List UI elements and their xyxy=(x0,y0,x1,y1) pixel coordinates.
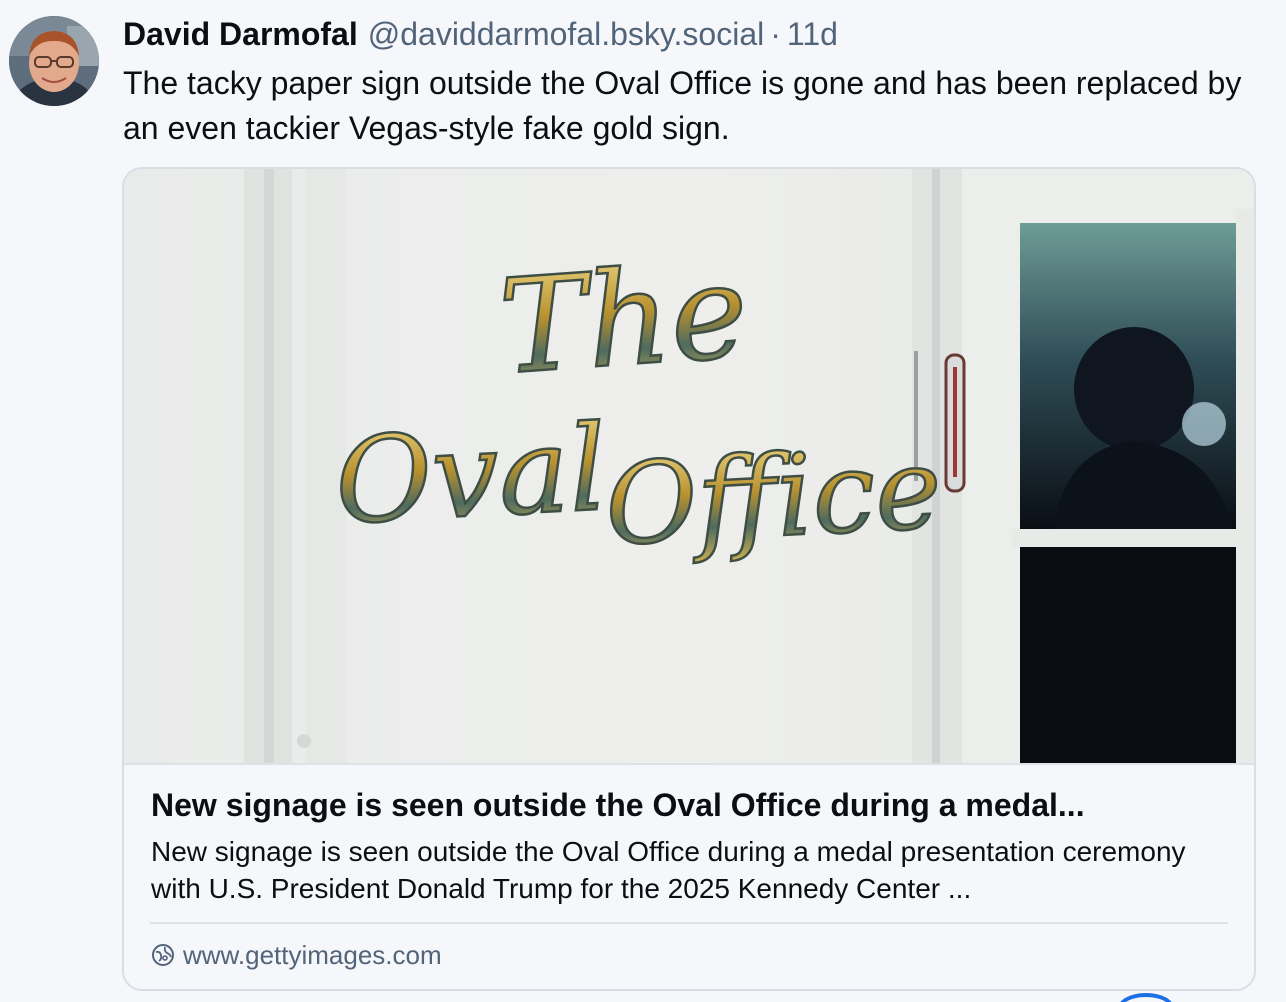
link-embed-card[interactable]: The Oval Office New signage is seen outs… xyxy=(122,167,1256,991)
post[interactable]: David Darmofal @daviddarmofal.bsky.socia… xyxy=(0,0,1286,1002)
post-text: The tacky paper sign outside the Oval Of… xyxy=(123,65,1242,146)
avatar-photo xyxy=(9,16,99,106)
embed-title: New signage is seen outside the Oval Off… xyxy=(151,787,1085,823)
oval-office-sign-photo: The Oval Office xyxy=(124,169,1254,763)
embed-description: New signage is seen outside the Oval Off… xyxy=(151,836,1186,904)
author-name[interactable]: David Darmofal xyxy=(123,14,358,54)
globe-icon xyxy=(151,943,175,967)
author-handle[interactable]: @daviddarmofal.bsky.social xyxy=(368,14,765,54)
svg-text:Office: Office xyxy=(602,424,944,571)
embed-domain-text: www.gettyimages.com xyxy=(183,939,442,970)
embed-divider xyxy=(150,922,1228,924)
post-timestamp[interactable]: 11d xyxy=(787,14,838,54)
svg-text:Oval: Oval xyxy=(332,399,610,551)
header-separator: · xyxy=(770,16,781,52)
embed-domain: www.gettyimages.com xyxy=(151,937,442,973)
avatar[interactable] xyxy=(9,16,99,106)
post-header: David Darmofal @daviddarmofal.bsky.socia… xyxy=(123,14,838,54)
svg-text:The: The xyxy=(495,235,752,404)
partial-action-icon[interactable] xyxy=(1118,993,1174,1002)
embed-thumbnail: The Oval Office xyxy=(124,169,1254,765)
